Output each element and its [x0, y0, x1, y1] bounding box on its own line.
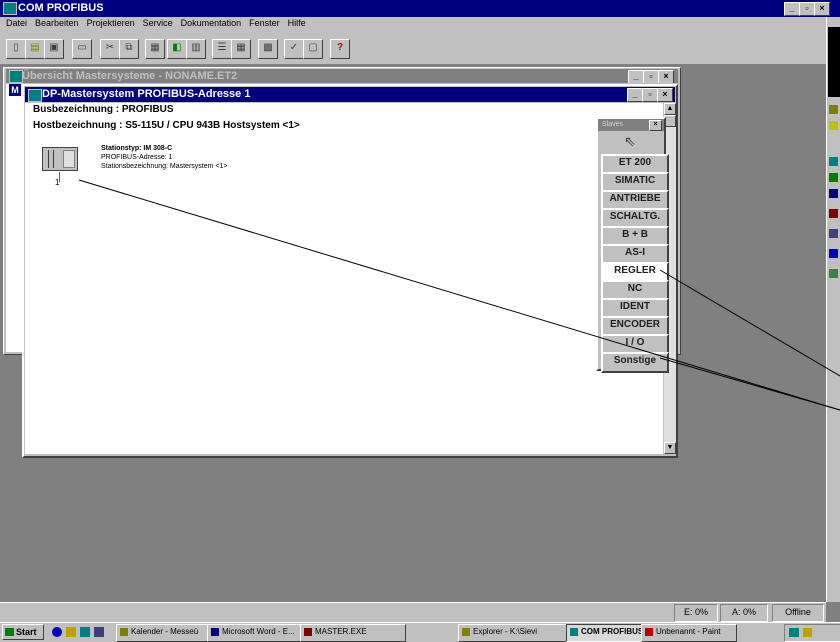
status-output: A: 0%: [720, 604, 768, 622]
task-word-label: Microsoft Word - E...: [222, 627, 295, 636]
tray-network-icon[interactable]: [789, 628, 799, 637]
annotation-line-sonstige: [659, 357, 840, 411]
start-label: Start: [16, 627, 37, 637]
system-tray: [784, 624, 840, 642]
annotation-line-regler: [659, 269, 840, 377]
task-paint[interactable]: Unbenannt - Paint: [641, 624, 737, 642]
task-com-profibus-label: COM PROFIBUS: [581, 627, 644, 636]
task-master[interactable]: MASTER.EXE: [300, 624, 406, 642]
windows-logo-icon: [5, 628, 14, 636]
status-online: Offline: [772, 604, 824, 622]
ql-channel-icon[interactable]: [94, 627, 104, 637]
task-explorer-label: Explorer - K:\Sievi: [473, 627, 538, 636]
start-button[interactable]: Start: [2, 624, 44, 640]
task-word[interactable]: Microsoft Word - E...: [207, 624, 313, 642]
status-input: E: 0%: [674, 604, 718, 622]
tray-speaker-icon[interactable]: [803, 628, 812, 637]
ql-outlook-icon[interactable]: [80, 627, 90, 637]
quick-launch: [48, 624, 108, 640]
ql-ie-icon[interactable]: [52, 627, 62, 637]
task-paint-label: Unbenannt - Paint: [656, 627, 721, 636]
task-explorer[interactable]: Explorer - K:\Sievi: [458, 624, 580, 642]
task-kalender-label: Kalender - Messeü: [131, 627, 199, 636]
task-master-label: MASTER.EXE: [315, 627, 367, 636]
task-kalender[interactable]: Kalender - Messeü: [116, 624, 220, 642]
annotation-line-station: [78, 179, 840, 411]
annotation-lines: [78, 179, 840, 411]
ql-desktop-icon[interactable]: [66, 627, 76, 637]
